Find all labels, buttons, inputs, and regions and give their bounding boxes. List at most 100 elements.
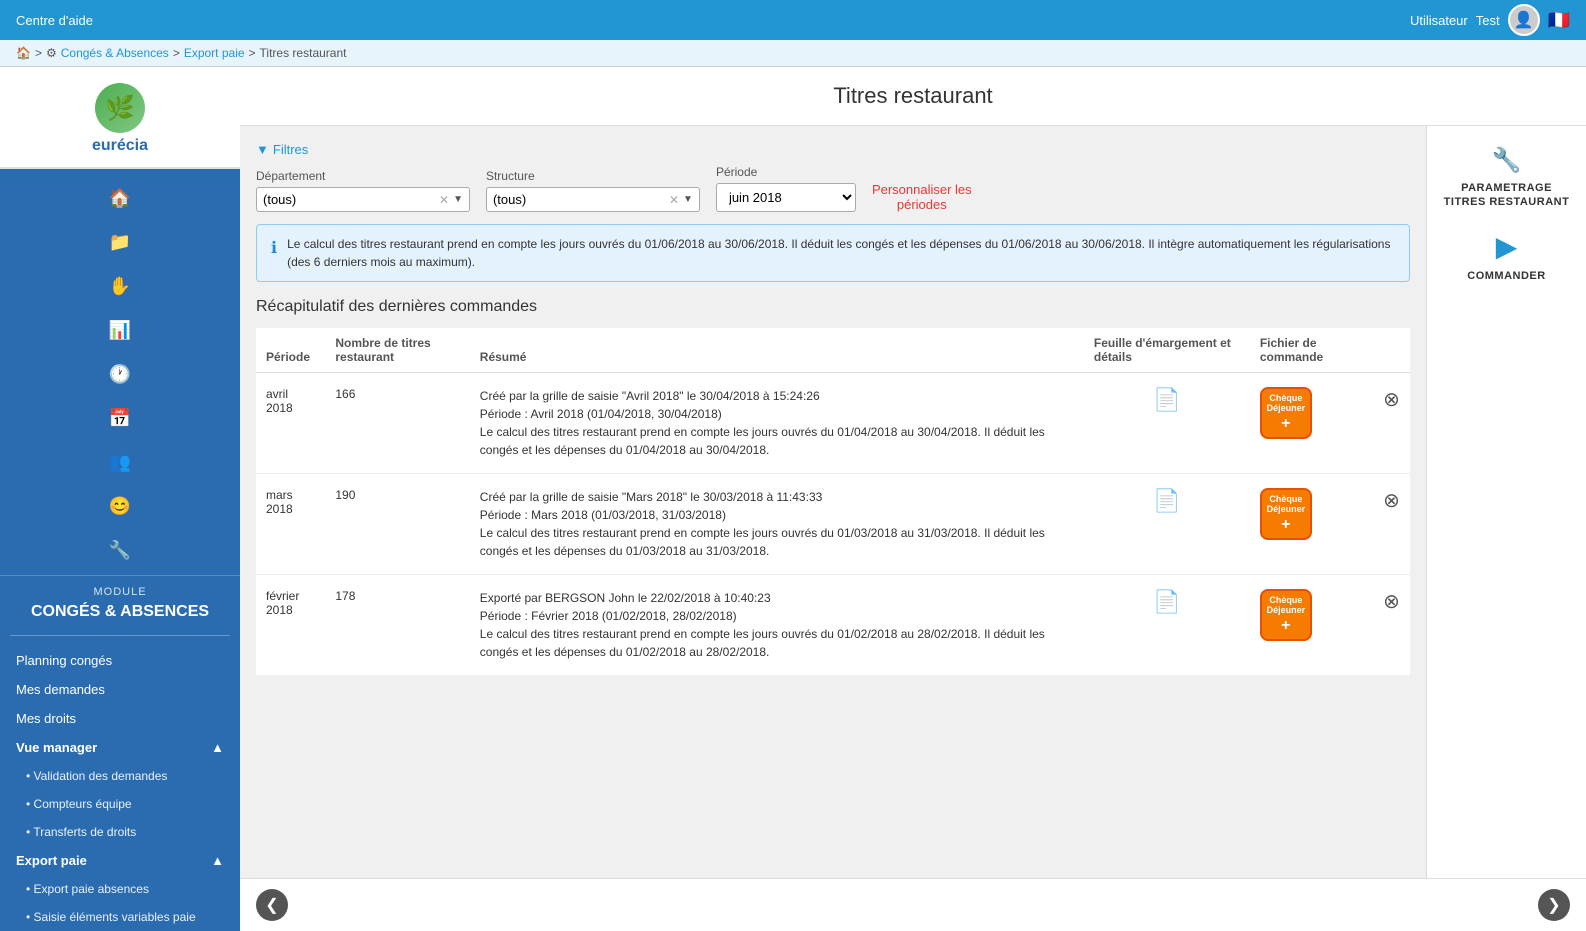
filter-structure: Structure ✕ ▼ xyxy=(486,169,700,212)
sidebar: 🌿 eurécia 🏠 📁 ✋ 📊 🕐 📅 👥 😊 🔧 MODULE CONGÉ… xyxy=(0,67,240,931)
file-icon-emargement-2[interactable]: 📄 xyxy=(1153,589,1180,614)
filter-periode: Période juin 2018 xyxy=(716,165,856,212)
nav-icon-users[interactable]: 👥 xyxy=(101,443,139,481)
sidebar-item-demandes[interactable]: Mes demandes xyxy=(0,675,240,704)
table-section-title: Récapitulatif des dernières commandes xyxy=(256,298,1410,316)
sidebar-item-transferts[interactable]: • Transferts de droits xyxy=(0,818,240,846)
cell-delete-0[interactable]: ⊗ xyxy=(1373,373,1410,474)
prev-button[interactable]: ❮ xyxy=(256,889,288,921)
language-flag[interactable]: 🇫🇷 xyxy=(1548,10,1570,31)
nav-icon-folder[interactable]: 📁 xyxy=(101,223,139,261)
logo-area: 🌿 eurécia xyxy=(0,67,240,169)
cell-periode-2: février 2018 xyxy=(256,575,325,676)
delete-button-0[interactable]: ⊗ xyxy=(1383,389,1400,411)
breadcrumb-export-paie[interactable]: Export paie xyxy=(184,46,245,60)
nav-icon-clock[interactable]: 🕐 xyxy=(101,355,139,393)
commandes-table: Période Nombre de titres restaurant Résu… xyxy=(256,328,1410,675)
file-icon-emargement-0[interactable]: 📄 xyxy=(1153,387,1180,412)
page-title: Titres restaurant xyxy=(256,83,1570,109)
sidebar-item-saisie[interactable]: • Saisie éléments variables paie xyxy=(0,903,240,931)
structure-select-wrap[interactable]: ✕ ▼ xyxy=(486,187,700,212)
top-bar: Centre d'aide Utilisateur Test 👤 🇫🇷 xyxy=(0,0,1586,40)
col-action xyxy=(1373,328,1410,373)
delete-button-1[interactable]: ⊗ xyxy=(1383,490,1400,512)
file-icon-emargement-1[interactable]: 📄 xyxy=(1153,488,1180,513)
info-icon: ℹ xyxy=(271,237,277,271)
content-area: Titres restaurant ▼ ▼ Filtres Filtres Dé… xyxy=(240,67,1586,931)
cheque-badge-1[interactable]: ChèqueDéjeuner+ xyxy=(1260,488,1312,540)
departement-input[interactable] xyxy=(263,192,439,207)
avatar[interactable]: 👤 xyxy=(1508,4,1540,36)
col-periode: Période xyxy=(256,328,325,373)
filters-section: ▼ ▼ Filtres Filtres Département ✕ ▼ xyxy=(256,142,1410,212)
structure-label: Structure xyxy=(486,169,700,183)
nav-icon-hand[interactable]: ✋ xyxy=(101,267,139,305)
nav-icon-calendar[interactable]: 📅 xyxy=(101,399,139,437)
sidebar-item-vue-manager[interactable]: Vue manager ▲ xyxy=(0,733,240,762)
sidebar-item-export-absences[interactable]: • Export paie absences xyxy=(0,875,240,903)
parametrage-label: PARAMETRAGETITRES RESTAURANT xyxy=(1444,181,1570,210)
structure-caret-icon[interactable]: ▼ xyxy=(683,194,693,205)
departement-label: Département xyxy=(256,169,470,183)
col-resume: Résumé xyxy=(470,328,1084,373)
info-text: Le calcul des titres restaurant prend en… xyxy=(287,235,1395,271)
cheque-badge-2[interactable]: ChèqueDéjeuner+ xyxy=(1260,589,1312,641)
breadcrumb-current: Titres restaurant xyxy=(260,46,347,60)
col-nombre: Nombre de titres restaurant xyxy=(325,328,469,373)
nav-icon-chart[interactable]: 📊 xyxy=(101,311,139,349)
user-area: Utilisateur Test 👤 🇫🇷 xyxy=(1410,4,1570,36)
info-box: ℹ Le calcul des titres restaurant prend … xyxy=(256,224,1410,282)
main-content: ▼ ▼ Filtres Filtres Département ✕ ▼ xyxy=(240,126,1426,878)
nav-icon-face[interactable]: 😊 xyxy=(101,487,139,525)
cell-fichier-1[interactable]: ChèqueDéjeuner+ xyxy=(1250,474,1373,575)
chevron-up-icon-2: ▲ xyxy=(211,853,224,868)
cell-nombre-1: 190 xyxy=(325,474,469,575)
settings-icon-small: ⚙ xyxy=(46,46,57,60)
cell-feuille-1[interactable]: 📄 xyxy=(1084,474,1250,575)
table-header-row: Période Nombre de titres restaurant Résu… xyxy=(256,328,1410,373)
delete-button-2[interactable]: ⊗ xyxy=(1383,591,1400,613)
departement-caret-icon[interactable]: ▼ xyxy=(453,194,463,205)
cell-feuille-0[interactable]: 📄 xyxy=(1084,373,1250,474)
cheque-badge-0[interactable]: ChèqueDéjeuner+ xyxy=(1260,387,1312,439)
wrench-icon: 🔧 xyxy=(1492,146,1522,175)
cell-periode-1: mars 2018 xyxy=(256,474,325,575)
filters-row: Département ✕ ▼ Structure ✕ xyxy=(256,165,1410,212)
module-name: CONGÉS & ABSENCES xyxy=(0,602,240,631)
cell-fichier-0[interactable]: ChèqueDéjeuner+ xyxy=(1250,373,1373,474)
user-name: Test xyxy=(1476,13,1500,28)
nav-icon-home[interactable]: 🏠 xyxy=(101,179,139,217)
commander-item[interactable]: ▶ COMMANDER xyxy=(1467,230,1545,283)
table-row: avril 2018166Créé par la grille de saisi… xyxy=(256,373,1410,474)
sidebar-item-validation[interactable]: • Validation des demandes xyxy=(0,762,240,790)
col-fichier: Fichier de commande xyxy=(1250,328,1373,373)
departement-select-wrap[interactable]: ✕ ▼ xyxy=(256,187,470,212)
structure-clear-icon[interactable]: ✕ xyxy=(669,193,679,207)
cell-resume-1: Créé par la grille de saisie "Mars 2018"… xyxy=(470,474,1084,575)
right-panel: 🔧 PARAMETRAGETITRES RESTAURANT ▶ COMMAND… xyxy=(1426,126,1586,878)
cell-nombre-0: 166 xyxy=(325,373,469,474)
periode-select[interactable]: juin 2018 xyxy=(716,183,856,212)
departement-clear-icon[interactable]: ✕ xyxy=(439,193,449,207)
filters-toggle[interactable]: ▼ ▼ Filtres Filtres xyxy=(256,142,1410,157)
structure-input[interactable] xyxy=(493,192,669,207)
table-row: février 2018178Exporté par BERGSON John … xyxy=(256,575,1410,676)
cell-fichier-2[interactable]: ChèqueDéjeuner+ xyxy=(1250,575,1373,676)
nav-icon-wrench[interactable]: 🔧 xyxy=(101,531,139,569)
sidebar-item-compteurs[interactable]: • Compteurs équipe xyxy=(0,790,240,818)
next-button[interactable]: ❯ xyxy=(1538,889,1570,921)
cell-feuille-2[interactable]: 📄 xyxy=(1084,575,1250,676)
cell-resume-0: Créé par la grille de saisie "Avril 2018… xyxy=(470,373,1084,474)
sidebar-item-planning[interactable]: Planning congés xyxy=(0,646,240,675)
personaliser-periodes-link[interactable]: Personnaliser lespériodes xyxy=(872,182,972,212)
home-icon[interactable]: 🏠 xyxy=(16,46,31,60)
sidebar-item-droits[interactable]: Mes droits xyxy=(0,704,240,733)
parametrage-item[interactable]: 🔧 PARAMETRAGETITRES RESTAURANT xyxy=(1444,146,1570,210)
logo-text: eurécia xyxy=(92,137,148,155)
breadcrumb-conges[interactable]: Congés & Absences xyxy=(61,46,169,60)
chevron-up-icon: ▲ xyxy=(211,740,224,755)
cell-delete-2[interactable]: ⊗ xyxy=(1373,575,1410,676)
centre-aide-label: Centre d'aide xyxy=(16,13,93,28)
cell-delete-1[interactable]: ⊗ xyxy=(1373,474,1410,575)
sidebar-item-export-paie[interactable]: Export paie ▲ xyxy=(0,846,240,875)
